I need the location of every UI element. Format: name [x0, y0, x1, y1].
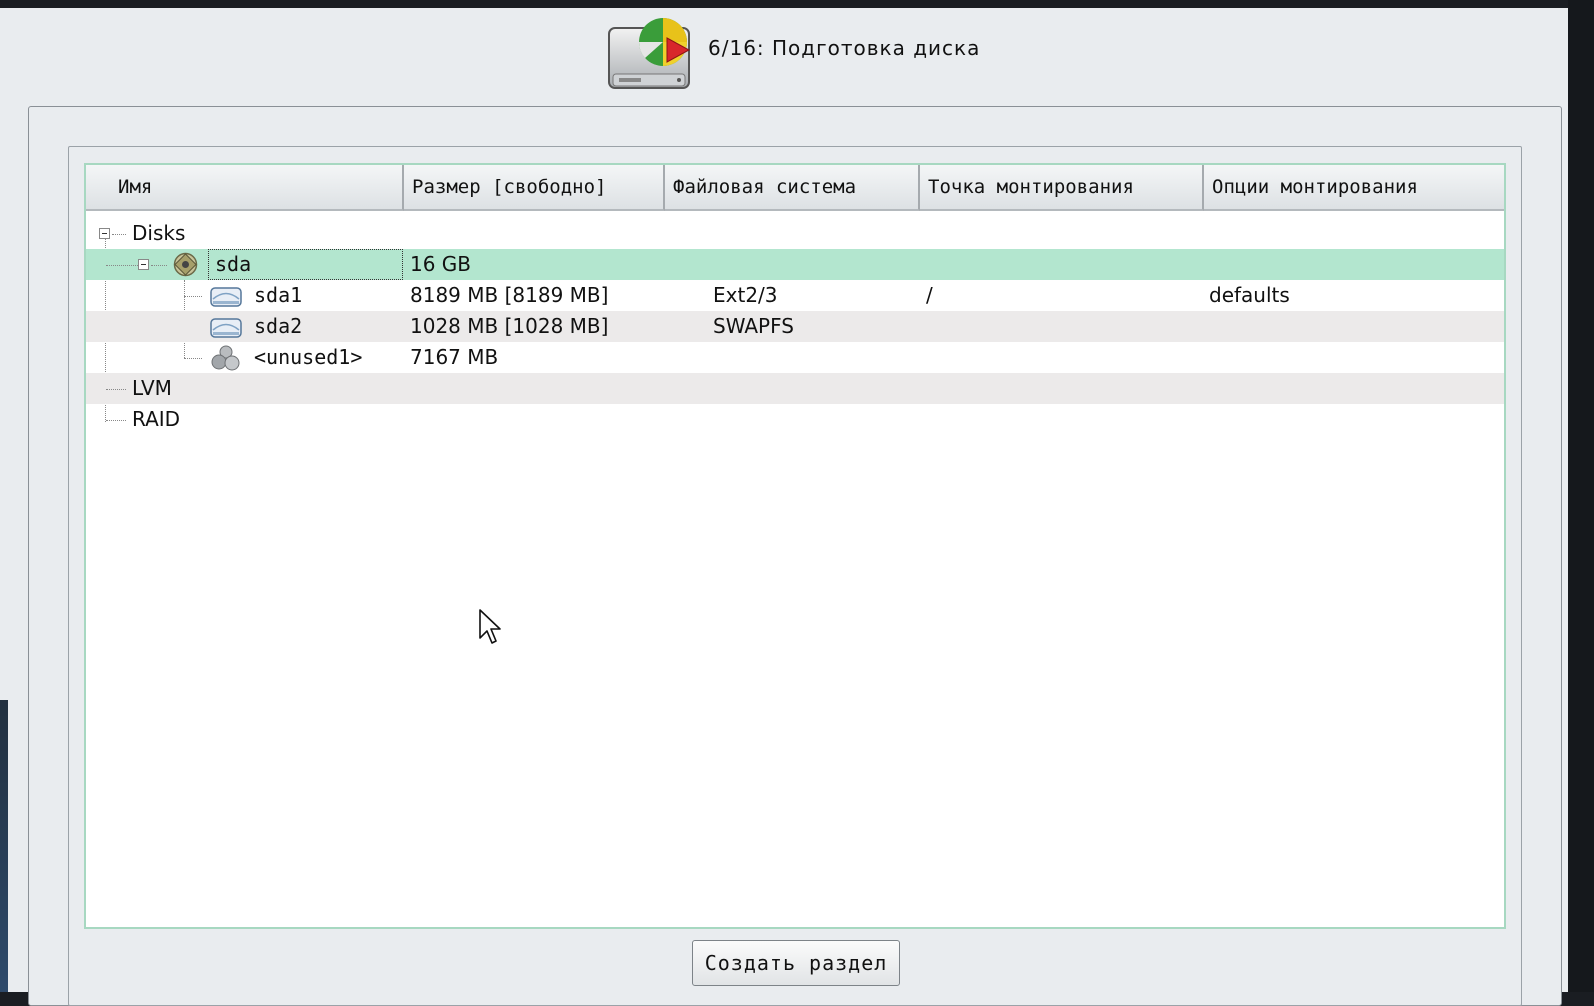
column-mount-point[interactable]: Точка монтирования: [920, 165, 1204, 211]
step-title: 6/16: Подготовка диска: [708, 36, 981, 60]
tree-row-raid[interactable]: RAID: [86, 404, 1504, 435]
partition-tree[interactable]: Имя Размер [свободно] Файловая система Т…: [84, 163, 1506, 929]
disk-partition-icon: [608, 18, 691, 89]
desktop-edge: [0, 700, 8, 992]
tree-row-unused1[interactable]: <unused1> 7167 MB: [86, 342, 1504, 373]
row-name: LVM: [132, 376, 172, 400]
row-name: sda: [208, 249, 403, 280]
row-size: 1028 MB [1028 MB]: [410, 314, 609, 338]
row-size: 8189 MB [8189 MB]: [410, 283, 609, 307]
desktop-edge: [1568, 0, 1594, 992]
row-filesystem: Ext2/3: [713, 283, 778, 307]
mouse-cursor-icon: [479, 609, 501, 644]
tree-column-header: Имя Размер [свободно] Файловая система Т…: [86, 165, 1504, 211]
row-filesystem: SWAPFS: [713, 314, 794, 338]
column-mount-options[interactable]: Опции монтирования: [1204, 165, 1504, 211]
partition-icon: [210, 287, 242, 307]
tree-row-lvm[interactable]: LVM: [86, 373, 1504, 404]
unused-space-icon: [211, 345, 240, 371]
create-partition-button[interactable]: Создать раздел: [692, 940, 900, 986]
row-mount-options: defaults: [1209, 283, 1290, 307]
collapse-icon[interactable]: [138, 259, 149, 270]
row-size: 16 GB: [410, 252, 472, 276]
partition-icon: [210, 318, 242, 338]
row-name: <unused1>: [254, 345, 363, 369]
collapse-icon[interactable]: [99, 228, 110, 239]
tree-row-disks[interactable]: Disks: [86, 218, 1504, 249]
column-size[interactable]: Размер [свободно]: [404, 165, 665, 211]
row-size: 7167 MB: [410, 345, 499, 369]
column-name[interactable]: Имя: [86, 165, 404, 211]
installer-screen: 6/16: Подготовка диска Имя Размер [свобо…: [0, 8, 1568, 1006]
row-name: sda1: [254, 283, 303, 307]
tree-row-sda[interactable]: sda 16 GB: [86, 249, 1504, 280]
tree-row-sda2[interactable]: sda2 1028 MB [1028 MB] SWAPFS: [86, 311, 1504, 342]
harddisk-icon: [173, 252, 198, 277]
row-name: Disks: [132, 221, 186, 245]
column-filesystem[interactable]: Файловая система: [665, 165, 920, 211]
row-mount-point: /: [926, 283, 933, 307]
row-name: sda2: [254, 314, 303, 338]
row-name: RAID: [132, 407, 181, 431]
tree-row-sda1[interactable]: sda1 8189 MB [8189 MB] Ext2/3 / defaults: [86, 280, 1504, 311]
